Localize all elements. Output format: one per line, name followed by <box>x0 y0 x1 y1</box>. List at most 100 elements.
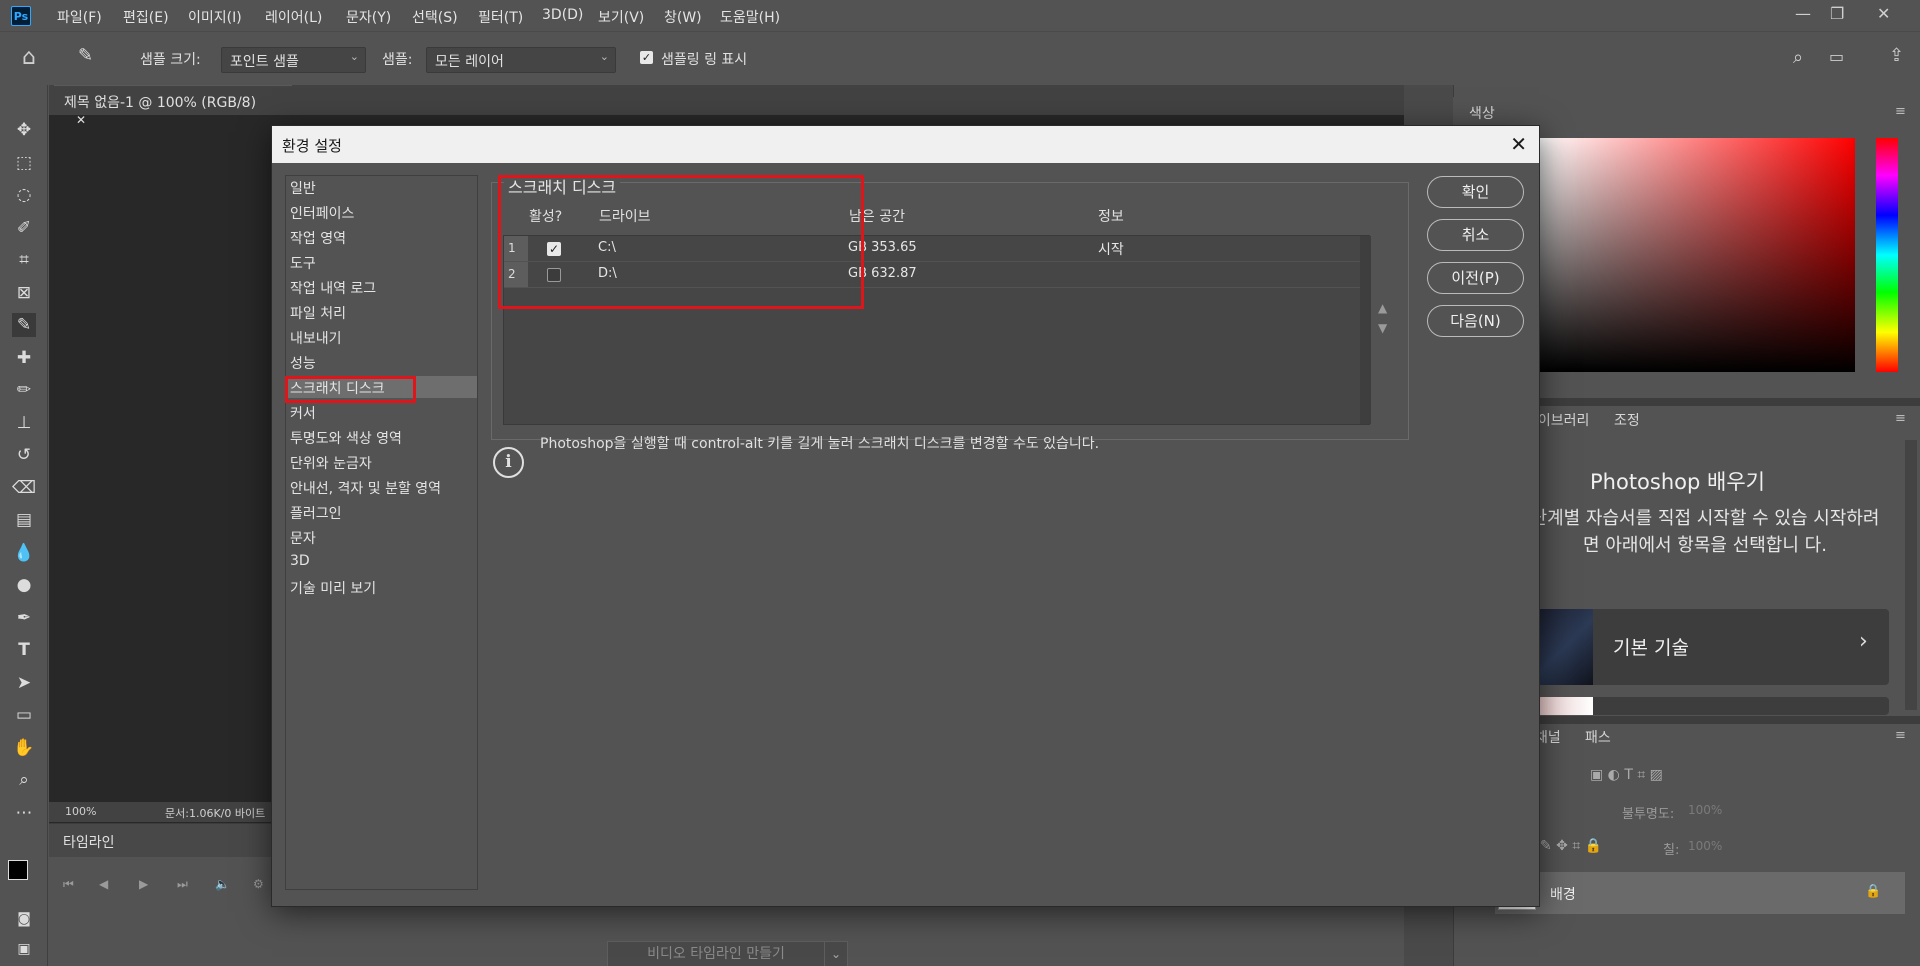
menu-filter[interactable]: 필터(T) <box>478 7 523 27</box>
sample-select[interactable]: 모든 레이어 ⌄ <box>426 47 616 73</box>
nav-technology-previews[interactable]: 기술 미리 보기 <box>286 576 477 598</box>
sample-size-select[interactable]: 포인트 샘플 ⌄ <box>221 47 366 73</box>
screen-mode-icon[interactable]: ▣ <box>12 937 36 961</box>
search-icon[interactable]: ⌕ <box>1793 47 1803 68</box>
opacity-value[interactable]: 100% <box>1688 803 1722 817</box>
pen-tool-icon[interactable]: ✒ <box>12 606 36 630</box>
learn-scrollbar[interactable] <box>1905 440 1917 710</box>
lock-icons[interactable]: ✎ ✥ ⌗ 🔒 <box>1540 838 1602 854</box>
create-video-timeline-button[interactable]: 비디오 타임라인 만들기 <box>607 941 825 966</box>
healing-tool-icon[interactable]: ✚ <box>12 346 36 370</box>
share-icon[interactable]: ⇪ <box>1889 45 1904 66</box>
document-tab[interactable]: 제목 없음-1 @ 100% (RGB/8) ✕ <box>54 85 292 127</box>
layer-filter-icons[interactable]: ▣ ◐ T ⌗ ▨ <box>1590 767 1663 783</box>
eyedropper-icon[interactable]: ✎ <box>78 45 93 66</box>
close-tab-icon[interactable]: ✕ <box>76 113 86 127</box>
zoom-tool-icon[interactable]: ⌕ <box>12 768 36 792</box>
table-scrollbar[interactable] <box>1360 236 1371 424</box>
prev-button[interactable]: 이전(P) <box>1427 262 1524 294</box>
nav-workspace[interactable]: 작업 영역 <box>286 226 477 248</box>
learn-card-basic[interactable]: 기본 기술 › <box>1537 609 1889 685</box>
menu-file[interactable]: 파일(F) <box>57 7 102 27</box>
ok-button[interactable]: 확인 <box>1427 176 1524 208</box>
panel-menu-icon[interactable]: ≡ <box>1895 104 1906 119</box>
eraser-tool-icon[interactable]: ⌫ <box>12 476 36 500</box>
gradient-tool-icon[interactable]: ▤ <box>12 508 36 532</box>
nav-guides-grid-slices[interactable]: 안내선, 격자 및 분할 영역 <box>286 476 477 498</box>
nav-tools[interactable]: 도구 <box>286 251 477 273</box>
dodge-tool-icon[interactable]: ● <box>12 573 36 597</box>
menu-edit[interactable]: 편집(E) <box>123 7 169 27</box>
menu-3d[interactable]: 3D(D) <box>542 7 583 23</box>
nav-3d[interactable]: 3D <box>286 551 477 573</box>
play-icon[interactable]: ▶ <box>139 877 148 891</box>
brush-tool-icon[interactable]: ✏ <box>12 378 36 402</box>
restore-button[interactable]: ❐ <box>1830 4 1844 23</box>
nav-file-handling[interactable]: 파일 처리 <box>286 301 477 323</box>
tab-paths[interactable]: 패스 <box>1585 727 1611 747</box>
nav-performance[interactable]: 성능 <box>286 351 477 373</box>
layer-row[interactable]: 배경 🔒 <box>1495 872 1905 914</box>
history-brush-icon[interactable]: ↺ <box>12 443 36 467</box>
eyedropper-tool-icon[interactable]: ✎ <box>12 313 36 337</box>
lasso-tool-icon[interactable]: ◌ <box>12 183 36 207</box>
fill-value[interactable]: 100% <box>1688 839 1722 853</box>
nav-units-rulers[interactable]: 단위와 눈금자 <box>286 451 477 473</box>
move-tool-icon[interactable]: ✥ <box>12 118 36 142</box>
foreground-color-swatch[interactable] <box>8 860 28 880</box>
zoom-level[interactable]: 100% <box>65 805 96 818</box>
nav-type[interactable]: 문자 <box>286 526 477 548</box>
learn-card-partial[interactable] <box>1537 697 1889 715</box>
more-tools-icon[interactable]: ⋯ <box>12 801 36 825</box>
menu-select[interactable]: 선택(S) <box>412 7 458 27</box>
next-button[interactable]: 다음(N) <box>1427 305 1524 337</box>
blur-tool-icon[interactable]: 💧 <box>12 541 36 565</box>
nav-cursors[interactable]: 커서 <box>286 401 477 423</box>
path-select-icon[interactable]: ➤ <box>12 671 36 695</box>
rectangle-tool-icon[interactable]: ▭ <box>12 703 36 727</box>
workspace-icon[interactable]: ▭ <box>1829 47 1844 66</box>
marquee-tool-icon[interactable]: ⬚ <box>12 151 36 175</box>
cancel-button[interactable]: 취소 <box>1427 219 1524 251</box>
nav-general[interactable]: 일반 <box>286 176 477 198</box>
nav-export[interactable]: 내보내기 <box>286 326 477 348</box>
close-window-button[interactable]: ✕ <box>1877 4 1890 23</box>
nav-plugins[interactable]: 플러그인 <box>286 501 477 523</box>
nav-transparency-gamut[interactable]: 투명도와 색상 영역 <box>286 426 477 448</box>
first-frame-icon[interactable]: ⏮ <box>63 877 74 892</box>
menu-window[interactable]: 창(W) <box>664 7 702 27</box>
move-up-icon[interactable]: ▲ <box>1378 301 1387 315</box>
preferences-nav: 일반 인터페이스 작업 영역 도구 작업 내역 로그 파일 처리 내보내기 성능… <box>285 175 478 890</box>
home-icon[interactable]: ⌂ <box>22 45 36 70</box>
quick-select-tool-icon[interactable]: ✐ <box>12 216 36 240</box>
timeline-tab[interactable]: 타임라인 <box>63 832 115 852</box>
type-tool-icon[interactable]: T <box>12 638 36 662</box>
color-picker-field[interactable] <box>1540 138 1855 372</box>
show-ring-checkbox[interactable]: ✓ <box>640 51 653 64</box>
prev-frame-icon[interactable]: ◀ <box>99 877 108 891</box>
hue-slider[interactable] <box>1876 138 1898 372</box>
menu-layer[interactable]: 레이어(L) <box>265 7 322 27</box>
frame-tool-icon[interactable]: ⊠ <box>12 281 36 305</box>
quick-mask-icon[interactable]: ◙ <box>12 907 36 931</box>
timeline-dropdown-icon[interactable]: ⌄ <box>824 941 848 966</box>
next-frame-icon[interactable]: ⏭ <box>177 877 188 892</box>
menu-view[interactable]: 보기(V) <box>598 7 644 27</box>
tab-adjustments[interactable]: 조정 <box>1614 410 1640 430</box>
nav-history-log[interactable]: 작업 내역 로그 <box>286 276 477 298</box>
hand-tool-icon[interactable]: ✋ <box>12 736 36 760</box>
panel-menu-icon[interactable]: ≡ <box>1895 728 1906 743</box>
panel-menu-icon[interactable]: ≡ <box>1895 411 1906 426</box>
audio-icon[interactable]: 🔈 <box>215 877 230 891</box>
dialog-close-button[interactable]: ✕ <box>1510 132 1527 156</box>
settings-gear-icon[interactable]: ⚙ <box>253 877 264 891</box>
menu-help[interactable]: 도움말(H) <box>720 7 780 27</box>
menu-image[interactable]: 이미지(I) <box>188 7 242 27</box>
nav-interface[interactable]: 인터페이스 <box>286 201 477 223</box>
stamp-tool-icon[interactable]: ⊥ <box>12 411 36 435</box>
tab-color[interactable]: 색상 <box>1469 103 1495 123</box>
move-down-icon[interactable]: ▼ <box>1378 321 1387 335</box>
minimize-button[interactable]: — <box>1795 4 1811 23</box>
menu-type[interactable]: 문자(Y) <box>346 7 391 27</box>
crop-tool-icon[interactable]: ⌗ <box>12 248 36 272</box>
